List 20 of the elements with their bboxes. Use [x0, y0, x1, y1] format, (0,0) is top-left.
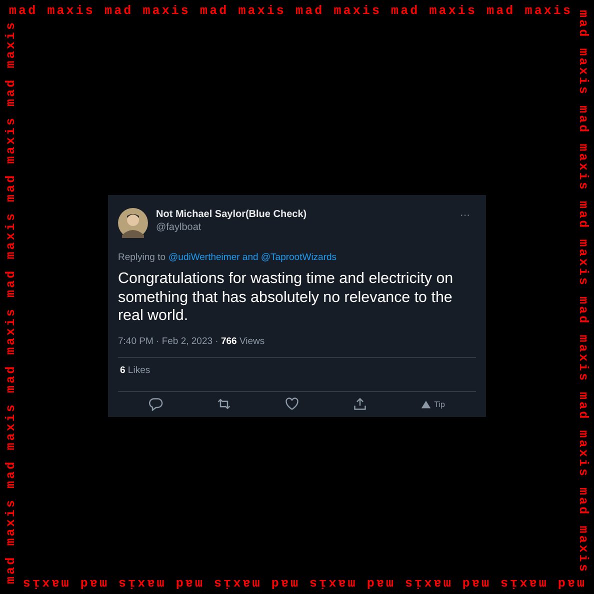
- reply-button[interactable]: [149, 397, 164, 412]
- timestamp[interactable]: 7:40 PM · Feb 2, 2023 ·: [118, 336, 221, 346]
- replying-label: Replying to: [118, 252, 166, 263]
- author-name[interactable]: Not Michael Saylor(Blue Check): [156, 209, 446, 220]
- like-button[interactable]: [285, 397, 300, 412]
- avatar: [118, 208, 148, 238]
- frame-text: mad maxis mad maxis mad maxis mad maxis mad maxis mad maxis: [576, 10, 590, 574]
- triangle-icon: [421, 400, 432, 409]
- tweet-text: Congratulations for wasting time and electricity on something that has absolutely no relevance to the real world.: [118, 270, 454, 326]
- share-button[interactable]: [353, 397, 368, 412]
- frame-text: mad maxis mad maxis mad maxis mad maxis mad maxis mad maxis: [4, 20, 18, 584]
- frame-text: mad maxis mad maxis mad maxis mad maxis mad maxis mad maxis: [21, 576, 585, 590]
- mention-link[interactable]: @udiWertheimer and @TaprootWizards: [168, 252, 337, 263]
- author-handle[interactable]: @faylboat: [156, 222, 446, 233]
- views-count: 766 Views: [220, 336, 265, 346]
- more-button[interactable]: ···: [454, 210, 476, 221]
- likes-count[interactable]: 6 Likes: [120, 365, 150, 376]
- frame-text: mad maxis mad maxis mad maxis mad maxis mad maxis mad maxis: [9, 4, 573, 18]
- tip-button[interactable]: Tip: [421, 400, 445, 409]
- retweet-button[interactable]: [217, 397, 232, 412]
